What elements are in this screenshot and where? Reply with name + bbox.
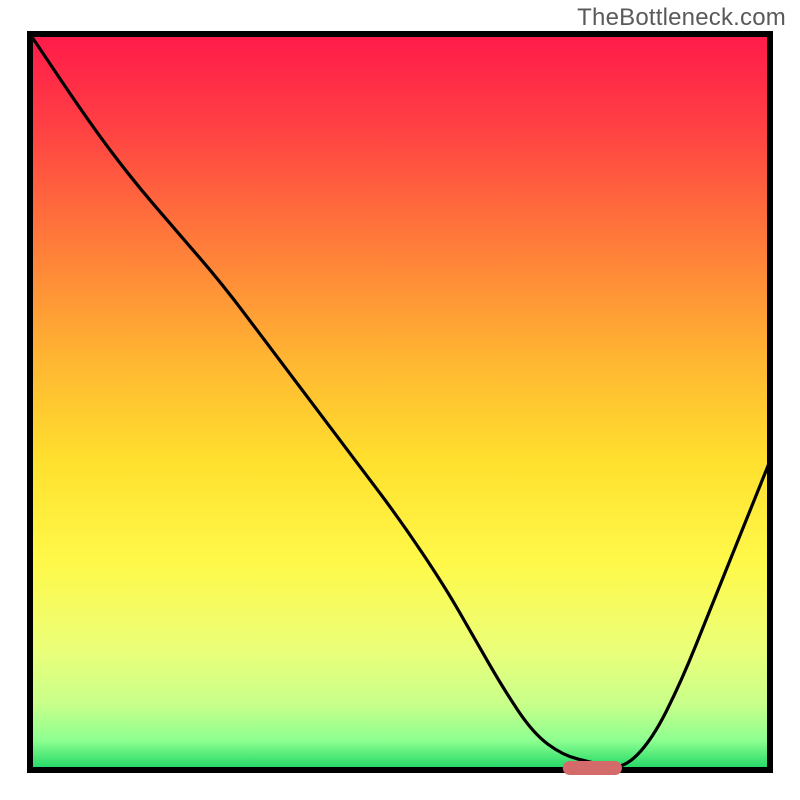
chart-frame: TheBottleneck.com	[0, 0, 800, 800]
bottleneck-chart	[0, 0, 800, 800]
watermark-text: TheBottleneck.com	[577, 4, 786, 32]
plot-background	[30, 34, 770, 770]
optimum-marker	[563, 761, 622, 775]
